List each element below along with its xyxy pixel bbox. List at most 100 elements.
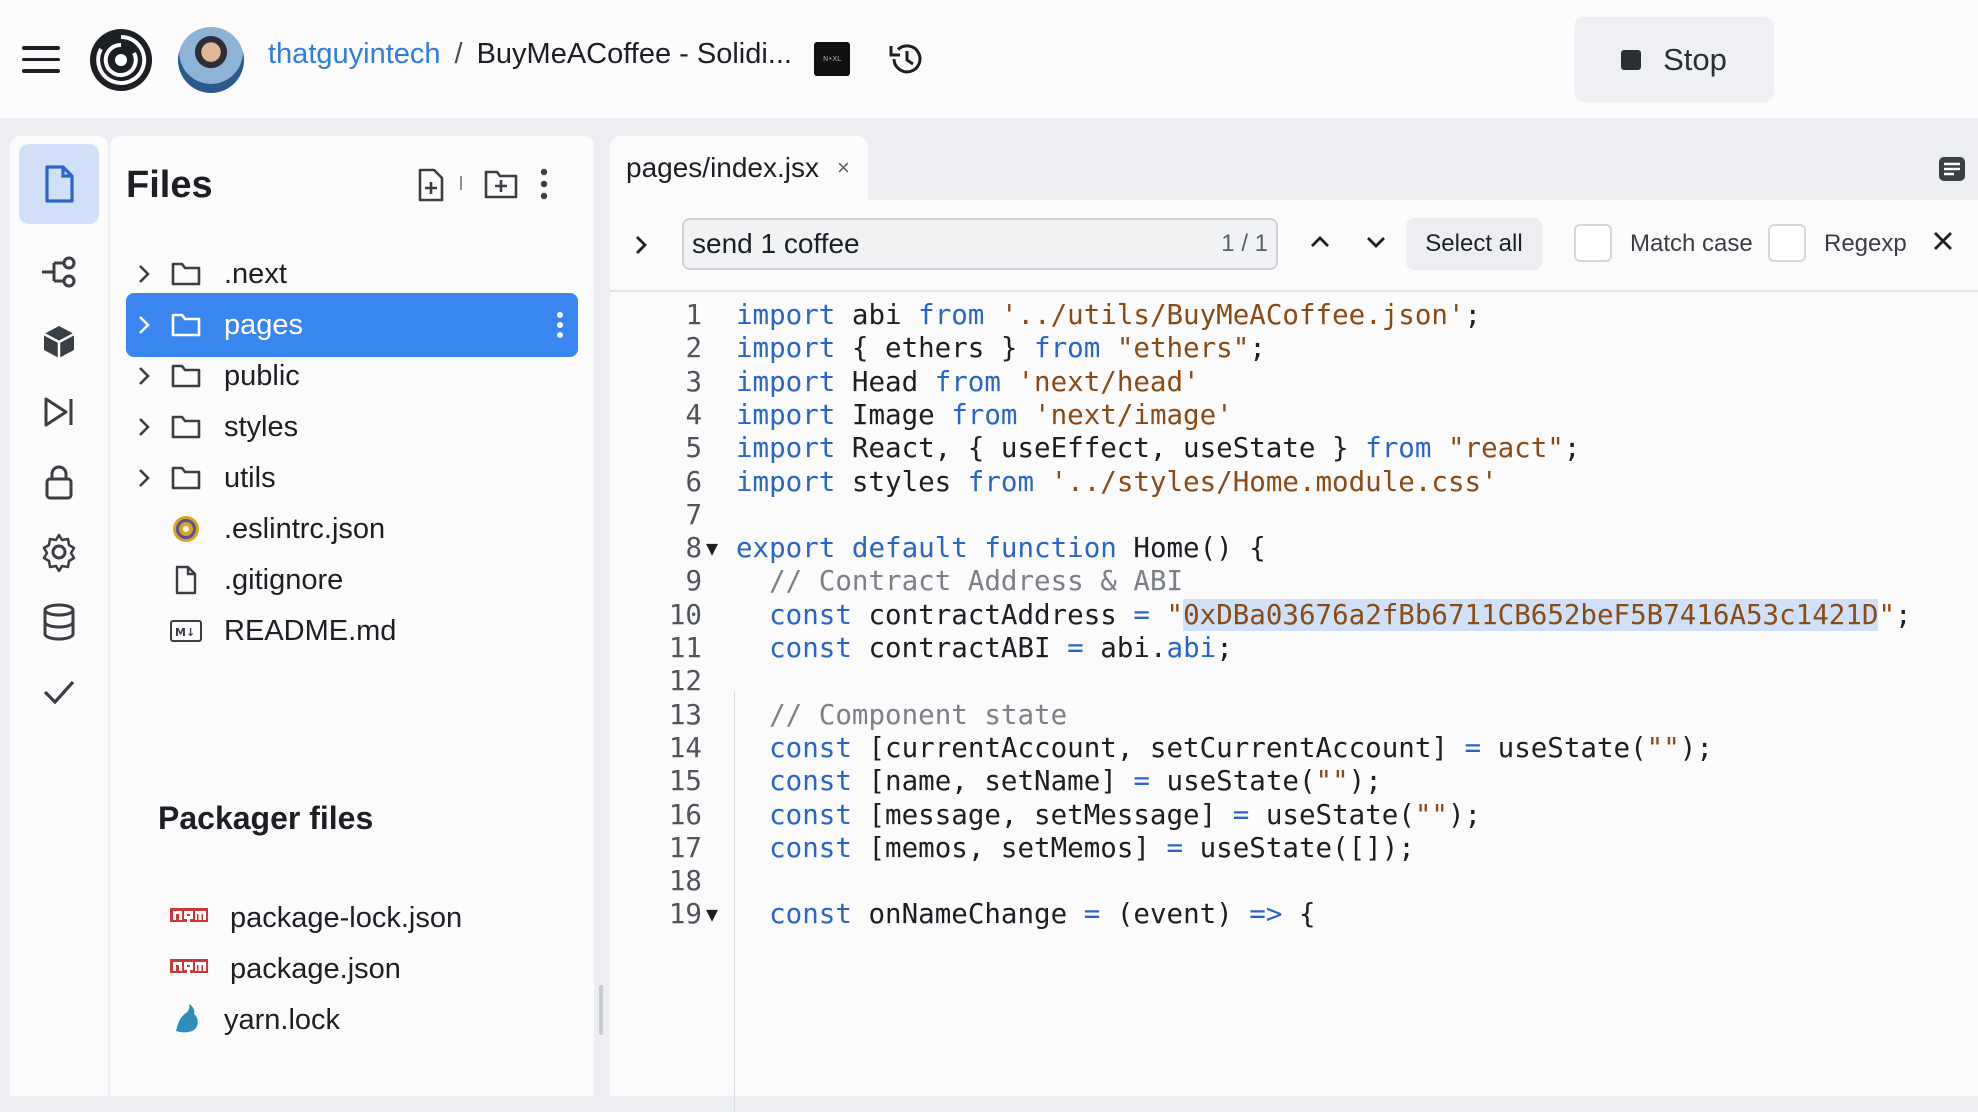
select-all-button[interactable]: Select all xyxy=(1406,218,1542,270)
chevron-right-icon[interactable] xyxy=(126,468,162,488)
close-icon[interactable] xyxy=(1932,230,1954,252)
find-input[interactable]: send 1 coffee 1 / 1 xyxy=(682,218,1278,270)
line-number: 11 xyxy=(668,632,702,664)
tab-label: pages/index.jsx xyxy=(626,152,820,183)
code-text: import abi from '../utils/BuyMeACoffee.j… xyxy=(736,299,1482,331)
code-text: import { ethers } from "ethers"; xyxy=(736,332,1266,365)
chevron-right-icon[interactable] xyxy=(126,366,162,386)
tree-item-label: .next xyxy=(224,257,287,290)
code-text: const [memos, setMemos] = useState([]); xyxy=(769,831,1415,864)
packager-title: Packager files xyxy=(158,800,374,836)
code-text: import Image from 'next/image' xyxy=(736,398,1233,431)
code-text: const [message, setMessage] = useState("… xyxy=(769,798,1482,831)
packager-item-package-json[interactable]: package.json xyxy=(170,941,401,997)
line-number: 10 xyxy=(668,598,702,631)
new-folder-icon xyxy=(484,170,518,199)
npm-icon xyxy=(170,958,208,980)
editor-pane: pages/index.jsx × send 1 coffee 1 / 1 Se… xyxy=(610,136,1978,1112)
panel-resize-handle[interactable] xyxy=(599,985,603,1035)
step-forward-icon xyxy=(44,397,73,427)
database-icon xyxy=(43,603,75,641)
regexp-label: Regexp xyxy=(1824,230,1907,257)
packages-tool-button[interactable] xyxy=(19,302,99,382)
code-text: import Head from 'next/head' xyxy=(736,365,1200,398)
files-tool-button[interactable] xyxy=(19,144,99,224)
fold-arrow-icon[interactable]: ▼ xyxy=(706,902,728,926)
chevron-up-icon[interactable] xyxy=(1308,234,1332,250)
code-editor[interactable]: 1 import abi from '../utils/BuyMeACoffee.… xyxy=(610,296,1978,1112)
packager-item-yarn-lock[interactable]: yarn.lock xyxy=(170,992,340,1048)
fold-arrow-icon[interactable]: ▼ xyxy=(706,536,728,560)
code-text: const contractAddress = "0xDBa03676a2fBb… xyxy=(769,598,1912,631)
packager-item-label: package.json xyxy=(230,952,401,985)
file-icon xyxy=(164,565,208,595)
tab-close-icon[interactable]: × xyxy=(837,155,850,181)
line-number: 14 xyxy=(668,731,702,764)
yarn-icon xyxy=(170,1001,202,1040)
line-number: 16 xyxy=(668,798,702,831)
secrets-tool-button[interactable] xyxy=(19,442,99,522)
repl-title[interactable]: BuyMeACoffee - Solidi... xyxy=(477,38,792,71)
code-text: // Contract Address & ABI xyxy=(769,565,1184,598)
chevron-down-icon[interactable] xyxy=(1364,234,1388,250)
line-number: 19 xyxy=(668,898,702,931)
line-number: 9 xyxy=(685,565,702,598)
new-folder-button[interactable] xyxy=(484,168,518,200)
git-tool-button[interactable] xyxy=(19,232,99,312)
database-tool-button[interactable] xyxy=(19,582,99,662)
line-number: 1 xyxy=(685,299,702,331)
chevron-right-icon[interactable] xyxy=(126,264,162,284)
line-number: 5 xyxy=(685,432,702,465)
debugger-tool-button[interactable] xyxy=(19,372,99,452)
tab-index-jsx[interactable]: pages/index.jsx × xyxy=(610,136,868,200)
folder-icon xyxy=(164,363,208,389)
match-case-checkbox[interactable] xyxy=(1574,224,1612,262)
tab-bar: pages/index.jsx × xyxy=(610,136,1978,200)
svg-text:M↓: M↓ xyxy=(175,626,195,639)
find-bar: send 1 coffee 1 / 1 Select all Match cas… xyxy=(610,200,1978,292)
line-number: 8 xyxy=(685,532,702,565)
nextjs-icon: N•XL xyxy=(814,42,850,76)
menu-icon[interactable] xyxy=(22,46,60,74)
chevron-right-icon[interactable] xyxy=(126,315,162,335)
new-file-icon xyxy=(418,168,444,202)
packager-item-package-lock-json[interactable]: package-lock.json xyxy=(170,890,462,946)
editor-menu-icon[interactable] xyxy=(1938,156,1966,182)
avatar[interactable] xyxy=(178,27,244,93)
code-line[interactable]: 19 ▼ const onNameChange = (event) => { xyxy=(610,893,1978,935)
breadcrumb-separator: / xyxy=(454,38,463,70)
line-number: 3 xyxy=(685,365,702,398)
markdown-icon: M↓ xyxy=(164,620,208,642)
chevron-right-icon[interactable] xyxy=(634,234,648,256)
chevron-right-icon[interactable] xyxy=(126,417,162,437)
settings-tool-button[interactable] xyxy=(19,512,99,592)
files-more-button[interactable] xyxy=(540,168,548,200)
line-number: 7 xyxy=(685,498,702,531)
top-bar: thatguyintech / BuyMeACoffee - Solidi...… xyxy=(0,0,1978,118)
stop-button[interactable]: Stop xyxy=(1574,17,1774,102)
folder-icon xyxy=(164,261,208,287)
find-match-count: 1 / 1 xyxy=(1221,230,1268,257)
line-number: 17 xyxy=(668,831,702,864)
breadcrumb-user-link[interactable]: thatguyintech xyxy=(268,38,441,71)
more-vertical-icon[interactable] xyxy=(556,311,564,344)
new-file-button[interactable] xyxy=(416,168,446,202)
tree-item-README-md[interactable]: M↓ README.md xyxy=(126,599,578,663)
history-icon[interactable] xyxy=(886,38,928,80)
check-icon xyxy=(43,680,75,705)
folder-icon xyxy=(164,414,208,440)
replit-logo-icon[interactable] xyxy=(88,27,154,93)
checks-tool-button[interactable] xyxy=(19,652,99,732)
breadcrumb: thatguyintech / BuyMeACoffee - Solidi... xyxy=(268,38,792,71)
regexp-checkbox[interactable] xyxy=(1768,224,1806,262)
tree-item-label: styles xyxy=(224,410,299,443)
code-text: const contractABI = abi.abi; xyxy=(769,632,1233,664)
package-icon xyxy=(43,326,75,358)
code-text: import styles from '../styles/Home.modul… xyxy=(736,465,1498,498)
packager-item-label: package-lock.json xyxy=(230,901,463,934)
tree-item-label: utils xyxy=(224,461,276,494)
npm-icon xyxy=(170,907,208,929)
code-text: const [currentAccount, setCurrentAccount… xyxy=(769,731,1713,764)
tree-item-label: pages xyxy=(224,308,304,341)
more-vertical-icon xyxy=(540,168,548,200)
